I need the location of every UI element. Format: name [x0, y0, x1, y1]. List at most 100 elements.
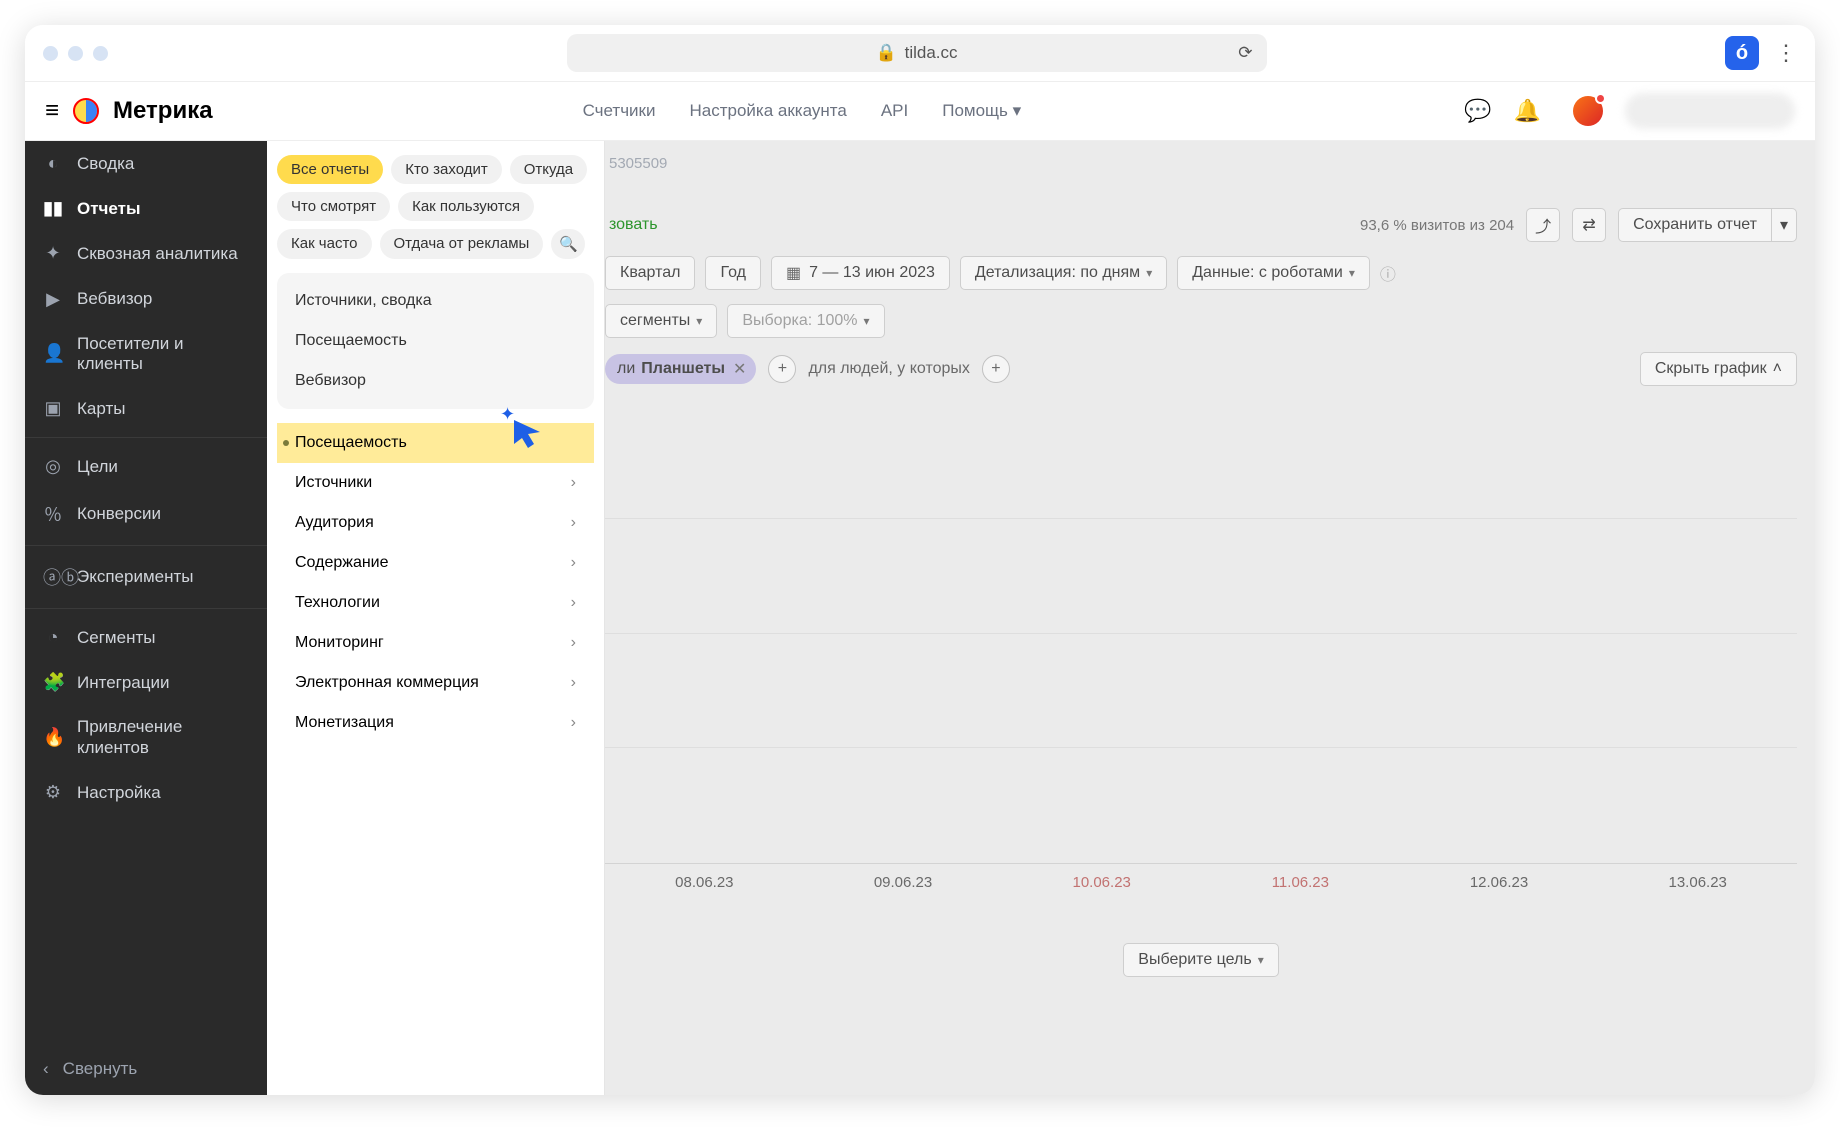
nav-monetization[interactable]: Монетизация› [277, 703, 594, 743]
save-report-dropdown[interactable]: ▾ [1771, 208, 1797, 242]
sidebar-item-visitors[interactable]: 👤Посетители и клиенты [25, 322, 267, 387]
top-nav: ≡ Метрика Счетчики Настройка аккаунта AP… [25, 81, 1815, 141]
titlebar-right: ó ⋮ [1725, 36, 1797, 70]
nav-content[interactable]: Содержание› [277, 543, 594, 583]
pill-how-often[interactable]: Как часто [277, 229, 372, 259]
sidebar-item-reports[interactable]: ▮▮Отчеты [25, 186, 267, 231]
nav-api[interactable]: API [881, 101, 908, 121]
target-icon: ◎ [43, 456, 63, 477]
chevron-down-icon: ▾ [1780, 215, 1788, 235]
bell-icon[interactable]: 🔔 [1514, 98, 1541, 124]
sidebar-item-experiments[interactable]: ⓐⓑЭксперименты [25, 552, 267, 602]
detail-select[interactable]: Детализация: по дням▾ [960, 256, 1167, 290]
sidebar-item-cross-analytics[interactable]: ✦Сквозная аналитика [25, 231, 267, 277]
play-icon: ▶ [43, 289, 63, 310]
export-button[interactable]: ⤴ [1526, 208, 1560, 242]
xaxis-label: 13.06.23 [1598, 874, 1797, 891]
quick-webvisor[interactable]: Вебвизор [277, 361, 594, 401]
nav-help[interactable]: Помощь ▾ [942, 101, 1021, 121]
sidebar-item-webvisor[interactable]: ▶Вебвизор [25, 277, 267, 322]
window-controls [43, 46, 108, 61]
info-icon[interactable]: ⓘ [1380, 261, 1396, 285]
filter-tag-tablets[interactable]: ли Планшеты✕ [605, 354, 756, 384]
pill-all-reports[interactable]: Все отчеты [277, 155, 383, 184]
url-bar[interactable]: 🔒 tilda.cc ⟳ [567, 34, 1267, 72]
titlebar: 🔒 tilda.cc ⟳ ó ⋮ [25, 25, 1815, 81]
period-range[interactable]: 7 — 13 июн 2023 [771, 256, 950, 290]
main-area: 5305509 зовать 93,6 % визитов из 204 ⤴ ⇄… [605, 141, 1815, 1095]
chart: 08.06.2309.06.2310.06.2311.06.2312.06.23… [605, 404, 1797, 891]
hide-chart-button[interactable]: Скрыть график ˄ [1640, 352, 1797, 386]
metrica-logo-icon [73, 98, 99, 124]
nav-account[interactable]: Настройка аккаунта [689, 101, 846, 121]
window-dot-close-icon[interactable] [43, 46, 58, 61]
pill-how-use[interactable]: Как пользуются [398, 192, 534, 221]
window-dot-max-icon[interactable] [93, 46, 108, 61]
pill-what[interactable]: Что смотрят [277, 192, 390, 221]
pill-search[interactable]: 🔍 [551, 229, 585, 259]
sidebar-item-integrations[interactable]: 🧩Интеграции [25, 660, 267, 705]
kebab-icon[interactable]: ⋮ [1775, 40, 1797, 66]
sidebar-item-maps[interactable]: ▣Карты [25, 386, 267, 431]
chevron-right-icon: › [571, 554, 576, 572]
window-dot-min-icon[interactable] [68, 46, 83, 61]
chat-icon[interactable]: 💬 [1464, 98, 1491, 124]
username-blurred [1625, 93, 1795, 129]
period-quarter[interactable]: Квартал [605, 256, 695, 290]
people-filter-label: для людей, у которых [808, 360, 969, 378]
nav-ecommerce[interactable]: Электронная коммерция› [277, 663, 594, 703]
url-host: tilda.cc [905, 43, 958, 63]
nav-audience[interactable]: Аудитория› [277, 503, 594, 543]
sample-select[interactable]: Выборка: 100%▾ [727, 304, 884, 338]
ab-icon: ⓐⓑ [43, 564, 63, 590]
nav-technologies[interactable]: Технологии› [277, 583, 594, 623]
flame-icon: 🔥 [43, 727, 63, 749]
sidebar-item-segments[interactable]: ◔Сегменты [25, 615, 267, 660]
xaxis-label: 08.06.23 [605, 874, 804, 891]
nav-traffic[interactable]: Посещаемость [277, 423, 594, 463]
segments-select[interactable]: сегменты▾ [605, 304, 717, 338]
chevron-down-icon: ▾ [696, 314, 702, 328]
sidebar-item-acquisition[interactable]: 🔥Привлечение клиентов [25, 705, 267, 770]
add-visits-filter[interactable]: + [768, 355, 796, 383]
nav-counters[interactable]: Счетчики [583, 101, 656, 121]
reports-panel: Все отчеты Кто заходит Откуда Что смотря… [267, 141, 605, 1095]
pill-ads[interactable]: Отдача от рекламы [380, 229, 544, 259]
save-report-button[interactable]: Сохранить отчет [1618, 208, 1771, 242]
close-icon[interactable]: ✕ [733, 359, 746, 379]
add-people-filter[interactable]: + [982, 355, 1010, 383]
sidebar-item-settings[interactable]: ⚙Настройка [25, 770, 267, 815]
xaxis-label: 12.06.23 [1400, 874, 1599, 891]
lock-icon: 🔒 [875, 43, 896, 63]
plus-icon: + [778, 360, 787, 378]
chevron-right-icon: › [571, 714, 576, 732]
chevron-right-icon: › [571, 594, 576, 612]
quick-sources-summary[interactable]: Источники, сводка [277, 281, 594, 321]
bullet-icon [283, 440, 289, 446]
sidebar-item-summary[interactable]: ◐Сводка [25, 141, 267, 186]
chevron-down-icon: ▾ [1349, 266, 1355, 280]
swap-button[interactable]: ⇄ [1572, 208, 1606, 242]
puzzle-icon: 🧩 [43, 672, 63, 693]
choose-goal-select[interactable]: Выберите цель▾ [1123, 943, 1278, 977]
brand-title: Метрика [113, 97, 213, 125]
pill-who[interactable]: Кто заходит [391, 155, 502, 184]
extension-badge[interactable]: ó [1725, 36, 1759, 70]
browser-window: 🔒 tilda.cc ⟳ ó ⋮ ≡ Метрика Счетчики Наст… [25, 25, 1815, 1095]
period-year[interactable]: Год [705, 256, 760, 290]
nav-monitoring[interactable]: Мониторинг› [277, 623, 594, 663]
menu-icon[interactable]: ≡ [45, 97, 59, 125]
avatar[interactable] [1573, 96, 1603, 126]
quick-traffic[interactable]: Посещаемость [277, 321, 594, 361]
sidebar-item-goals[interactable]: ◎Цели [25, 444, 267, 489]
data-select[interactable]: Данные: с роботами▾ [1177, 256, 1370, 290]
nav-sources[interactable]: Источники› [277, 463, 594, 503]
pill-from[interactable]: Откуда [510, 155, 587, 184]
xaxis-label: 11.06.23 [1201, 874, 1400, 891]
rename-link[interactable]: зовать [609, 216, 658, 234]
person-icon: 👤 [43, 343, 63, 365]
sidebar-item-conversions[interactable]: ％Конверсии [25, 489, 267, 539]
refresh-icon[interactable]: ⟳ [1238, 43, 1252, 63]
sidebar-collapse[interactable]: ‹Свернуть [25, 1043, 267, 1095]
chevron-up-icon: ˄ [1773, 360, 1782, 378]
